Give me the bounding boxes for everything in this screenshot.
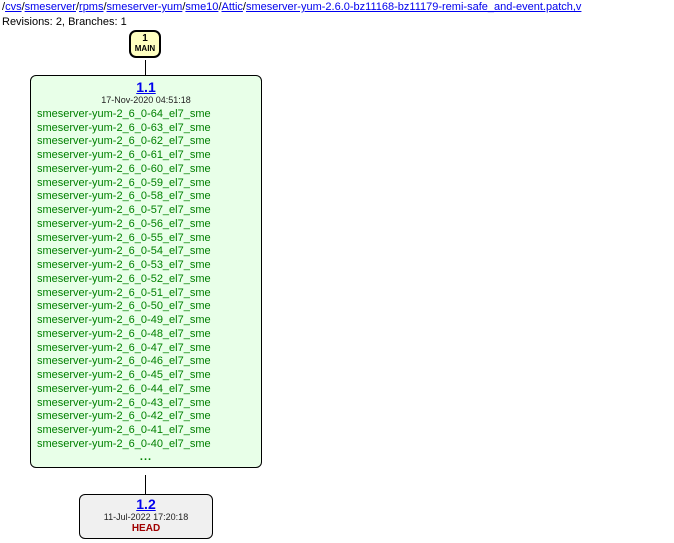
revision-1-2-date: 11-Jul-2022 17:20:18	[86, 512, 206, 523]
tag-item: smeserver-yum-2_6_0-60_el7_sme	[37, 163, 255, 177]
tag-item: smeserver-yum-2_6_0-62_el7_sme	[37, 135, 255, 149]
revision-1-1-date: 17-Nov-2020 04:51:18	[37, 95, 255, 106]
breadcrumb-path: /cvs/smeserver/rpms/smeserver-yum/sme10/…	[2, 0, 670, 14]
path-seg-5[interactable]: Attic	[222, 1, 243, 13]
tag-item: smeserver-yum-2_6_0-48_el7_sme	[37, 328, 255, 342]
path-seg-2[interactable]: rpms	[79, 1, 103, 13]
tag-item: smeserver-yum-2_6_0-50_el7_sme	[37, 300, 255, 314]
tag-item: smeserver-yum-2_6_0-54_el7_sme	[37, 245, 255, 259]
tag-item: smeserver-yum-2_6_0-41_el7_sme	[37, 424, 255, 438]
tag-item: smeserver-yum-2_6_0-52_el7_sme	[37, 273, 255, 287]
revision-1-2-number[interactable]: 1.2	[86, 497, 206, 512]
tag-item: smeserver-yum-2_6_0-63_el7_sme	[37, 122, 255, 136]
tag-item: smeserver-yum-2_6_0-40_el7_sme	[37, 438, 255, 452]
tag-item: smeserver-yum-2_6_0-49_el7_sme	[37, 314, 255, 328]
tag-item: smeserver-yum-2_6_0-58_el7_sme	[37, 190, 255, 204]
connector-line-top	[145, 60, 146, 76]
tag-item: smeserver-yum-2_6_0-57_el7_sme	[37, 204, 255, 218]
header-stats: Revisions: 2, Branches: 1	[2, 15, 670, 29]
revision-1-1-node[interactable]: 1.1 17-Nov-2020 04:51:18 smeserver-yum-2…	[30, 75, 262, 468]
tag-item: smeserver-yum-2_6_0-56_el7_sme	[37, 218, 255, 232]
revisions-count: 2,	[56, 16, 65, 28]
path-seg-1[interactable]: smeserver	[25, 1, 76, 13]
tag-item: smeserver-yum-2_6_0-51_el7_sme	[37, 287, 255, 301]
revision-1-1-tags: smeserver-yum-2_6_0-64_el7_sme smeserver…	[37, 108, 255, 452]
path-seg-4[interactable]: sme10	[185, 1, 218, 13]
revisions-label: Revisions:	[2, 16, 53, 28]
tags-more-indicator[interactable]: ...	[37, 452, 255, 465]
tag-item: smeserver-yum-2_6_0-55_el7_sme	[37, 232, 255, 246]
revision-1-2-branch: HEAD	[86, 523, 206, 535]
header: /cvs/smeserver/rpms/smeserver-yum/sme10/…	[0, 0, 674, 30]
revision-graph: 1 MAIN 1.1 17-Nov-2020 04:51:18 smeserve…	[0, 30, 674, 536]
path-seg-3[interactable]: smeserver-yum	[107, 1, 183, 13]
tag-item: smeserver-yum-2_6_0-42_el7_sme	[37, 410, 255, 424]
revision-1-1-number[interactable]: 1.1	[37, 80, 255, 95]
tag-item: smeserver-yum-2_6_0-47_el7_sme	[37, 342, 255, 356]
tag-item: smeserver-yum-2_6_0-61_el7_sme	[37, 149, 255, 163]
connector-line-bottom	[145, 475, 146, 495]
branches-count: 1	[121, 16, 127, 28]
path-seg-0[interactable]: cvs	[5, 1, 22, 13]
revision-1-2-node[interactable]: 1.2 11-Jul-2022 17:20:18 HEAD	[79, 494, 213, 539]
main-branch-label: MAIN	[131, 45, 159, 53]
tag-item: smeserver-yum-2_6_0-46_el7_sme	[37, 355, 255, 369]
tag-item: smeserver-yum-2_6_0-53_el7_sme	[37, 259, 255, 273]
tag-item: smeserver-yum-2_6_0-59_el7_sme	[37, 177, 255, 191]
path-seg-6[interactable]: smeserver-yum-2.6.0-bz11168-bz11179-remi…	[246, 1, 581, 13]
branches-label: Branches:	[68, 16, 118, 28]
tag-item: smeserver-yum-2_6_0-64_el7_sme	[37, 108, 255, 122]
tag-item: smeserver-yum-2_6_0-43_el7_sme	[37, 397, 255, 411]
main-branch-badge[interactable]: 1 MAIN	[129, 30, 161, 58]
tag-item: smeserver-yum-2_6_0-45_el7_sme	[37, 369, 255, 383]
tag-item: smeserver-yum-2_6_0-44_el7_sme	[37, 383, 255, 397]
main-branch-number: 1	[131, 34, 159, 44]
